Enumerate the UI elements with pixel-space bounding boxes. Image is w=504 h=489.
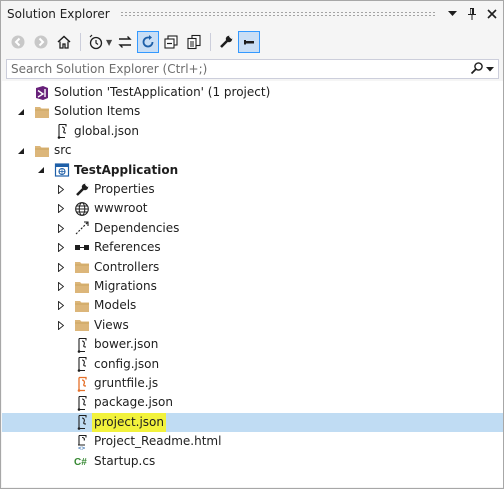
- window-options-dropdown-icon[interactable]: [443, 5, 461, 23]
- tree-item[interactable]: project.json: [2, 412, 503, 432]
- tree-item-label: config.json: [94, 356, 160, 371]
- tree-item-label: Project_Readme.html: [94, 434, 222, 449]
- globe-icon: [74, 201, 90, 217]
- tree-item[interactable]: package.json: [2, 393, 503, 412]
- toolbar-separator: [210, 33, 212, 51]
- folder-icon: [34, 104, 50, 120]
- title-bar: Solution Explorer: [1, 1, 503, 27]
- js-file-icon: [74, 376, 90, 392]
- wrench-icon: [74, 182, 90, 198]
- collapsed-arrow-icon[interactable]: [56, 243, 66, 253]
- json-file-icon: [74, 414, 90, 431]
- tree-item-label: Solution Items: [54, 104, 141, 119]
- tree-item-label: Controllers: [94, 259, 160, 274]
- html-file-icon: <>: [74, 434, 90, 450]
- solution-explorer-window: Solution Explorer ▼ Search Solution Expl…: [0, 0, 504, 489]
- pending-changes-dropdown-icon[interactable]: ▼: [106, 38, 112, 47]
- tree-item[interactable]: bower.json: [2, 335, 503, 354]
- references-icon: [74, 240, 90, 256]
- tree-item[interactable]: gruntfile.js: [2, 374, 503, 393]
- expanded-arrow-icon[interactable]: [16, 146, 26, 156]
- preview-selected-items-button[interactable]: [238, 31, 261, 53]
- tree-item-label: gruntfile.js: [94, 376, 159, 390]
- expanded-arrow-icon[interactable]: [16, 107, 26, 117]
- collapsed-arrow-icon[interactable]: [56, 204, 66, 214]
- pin-icon[interactable]: [463, 5, 481, 23]
- tree-item-label: TestApplication: [74, 162, 179, 177]
- folder-icon: [74, 298, 90, 314]
- tree-item[interactable]: wwwroot: [2, 199, 503, 218]
- json-file-icon: [74, 395, 90, 411]
- refresh-button[interactable]: [137, 31, 160, 53]
- folder-icon: [74, 279, 90, 295]
- show-all-files-button[interactable]: [183, 31, 205, 53]
- search-options-dropdown-icon[interactable]: [486, 62, 494, 76]
- tree-item-label: global.json: [74, 123, 139, 138]
- tree-item[interactable]: config.json: [2, 355, 503, 374]
- close-icon[interactable]: [483, 5, 501, 23]
- svg-text:<>: <>: [78, 445, 86, 450]
- expanded-arrow-icon[interactable]: [36, 165, 46, 175]
- tree-item-label: project.json: [92, 412, 166, 432]
- tree-item[interactable]: Solution 'TestApplication' (1 project): [2, 83, 503, 102]
- tree-item[interactable]: src: [2, 141, 503, 160]
- tree-item[interactable]: Migrations: [2, 277, 503, 296]
- tree-item-label: Models: [94, 298, 137, 313]
- toolbar: ▼: [1, 27, 503, 57]
- properties-button[interactable]: [215, 31, 237, 53]
- tree-item[interactable]: Models: [2, 296, 503, 315]
- collapsed-arrow-icon[interactable]: [56, 320, 66, 330]
- sync-with-active-document-button[interactable]: [114, 31, 136, 53]
- json-file-icon: [74, 337, 90, 353]
- tree-item[interactable]: References: [2, 238, 503, 257]
- tree-item-label: References: [94, 240, 161, 255]
- pending-changes-filter-button[interactable]: [85, 31, 107, 53]
- tree-item[interactable]: Properties: [2, 180, 503, 199]
- tree-item[interactable]: Dependencies: [2, 219, 503, 238]
- tree-item[interactable]: C# Startup.cs: [2, 452, 503, 471]
- dependencies-icon: [74, 220, 90, 236]
- search-icon[interactable]: [470, 61, 484, 78]
- forward-button[interactable]: [30, 31, 52, 53]
- tree-item-label: bower.json: [94, 337, 159, 352]
- web-project-icon: [54, 162, 70, 178]
- tree-item-label: Startup.cs: [94, 453, 156, 468]
- tree-item-label: Migrations: [94, 279, 157, 293]
- folder-icon: [74, 259, 90, 275]
- csharp-file-icon: C#: [74, 453, 90, 469]
- collapsed-arrow-icon[interactable]: [56, 262, 66, 272]
- tree-item-label: package.json: [94, 395, 174, 410]
- collapsed-arrow-icon[interactable]: [56, 282, 66, 292]
- tree-item[interactable]: TestApplication: [2, 161, 503, 180]
- search-box: [6, 59, 499, 79]
- home-button[interactable]: [53, 31, 75, 53]
- drag-grip[interactable]: [119, 11, 435, 17]
- window-title: Solution Explorer: [7, 7, 110, 21]
- collapsed-arrow-icon[interactable]: [56, 223, 66, 233]
- folder-icon: [34, 143, 50, 159]
- tree-item[interactable]: Solution Items: [2, 102, 503, 121]
- folder-icon: [74, 317, 90, 333]
- tree-item-label: Solution 'TestApplication' (1 project): [54, 85, 271, 99]
- search-input[interactable]: [7, 61, 470, 77]
- collapsed-arrow-icon[interactable]: [56, 301, 66, 311]
- solution-tree: Solution 'TestApplication' (1 project) So…: [2, 81, 503, 487]
- collapse-all-button[interactable]: [160, 31, 182, 53]
- collapsed-arrow-icon[interactable]: [56, 185, 66, 195]
- tree-item-label: Properties: [94, 182, 155, 196]
- json-file-icon: [74, 356, 90, 372]
- tree-item-label: Views: [94, 317, 129, 332]
- tree-item-label: Dependencies: [94, 220, 180, 235]
- solution-icon: [34, 85, 50, 101]
- toolbar-separator: [80, 33, 81, 51]
- tree-item[interactable]: Views: [2, 316, 503, 335]
- tree-item-label: wwwroot: [94, 201, 148, 216]
- tree-item[interactable]: Controllers: [2, 258, 503, 277]
- svg-text:C#: C#: [74, 457, 87, 468]
- json-file-icon: [54, 123, 70, 140]
- back-button[interactable]: [7, 31, 29, 53]
- tree-item[interactable]: <> Project_Readme.html: [2, 432, 503, 451]
- tree-item-label: src: [54, 143, 72, 158]
- tree-item[interactable]: global.json: [2, 122, 503, 141]
